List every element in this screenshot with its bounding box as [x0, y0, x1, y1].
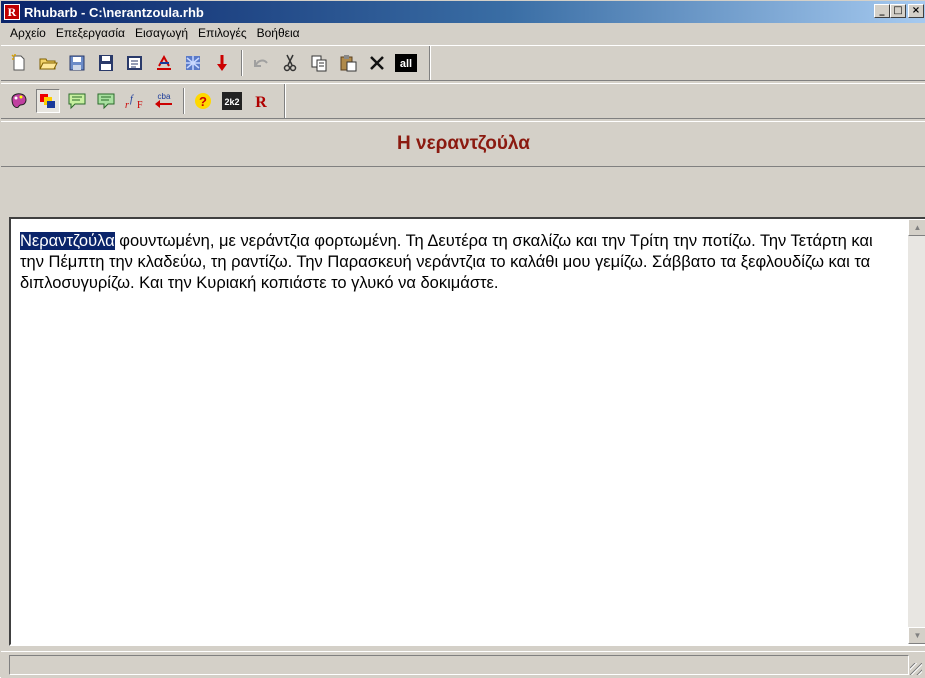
- toolbar-separator: [183, 88, 185, 114]
- status-panel: [9, 655, 909, 675]
- rhubarb-icon-label: R: [255, 94, 267, 111]
- editor-content[interactable]: Νεραντζούλα φουντωμένη, με νεράντζια φορ…: [20, 231, 900, 294]
- undo-icon[interactable]: [249, 51, 273, 75]
- grid-icon-label: 2k2: [224, 97, 239, 107]
- resize-grip-icon[interactable]: [910, 663, 922, 675]
- font-icon[interactable]: rfF: [123, 89, 147, 113]
- document-heading: Η νεραντζούλα: [397, 133, 530, 154]
- svg-text:r: r: [125, 100, 129, 111]
- app-window: R Rhubarb - C:\nerantzoula.rhb _ □ × Αρχ…: [0, 0, 925, 678]
- app-icon[interactable]: R: [4, 4, 20, 20]
- open-icon[interactable]: [36, 51, 60, 75]
- cut-icon[interactable]: [278, 51, 302, 75]
- menu-options[interactable]: Επιλογές: [193, 26, 252, 40]
- vertical-scrollbar[interactable]: ▲ ▼: [908, 219, 925, 644]
- down-arrow-icon[interactable]: [210, 51, 234, 75]
- text-editor[interactable]: Νεραντζούλα φουντωμένη, με νεράντζια φορ…: [9, 217, 925, 646]
- paste-icon[interactable]: [336, 51, 360, 75]
- window-title: Rhubarb - C:\nerantzoula.rhb: [24, 4, 204, 20]
- delete-icon[interactable]: [365, 51, 389, 75]
- close-button[interactable]: ×: [908, 4, 924, 18]
- copy-icon[interactable]: [307, 51, 331, 75]
- save-as-icon[interactable]: [94, 51, 118, 75]
- layers-icon[interactable]: [36, 89, 60, 113]
- toolbar-separator: [241, 50, 243, 76]
- editor-body-text[interactable]: φουντωμένη, με νεράντζια φορτωμένη. Τη Δ…: [20, 232, 873, 292]
- new-icon[interactable]: [7, 51, 31, 75]
- minimize-button[interactable]: _: [874, 4, 890, 18]
- svg-text:f: f: [130, 94, 134, 105]
- rhubarb-icon[interactable]: R: [249, 89, 273, 113]
- window-controls: _ □ ×: [874, 4, 924, 18]
- color-icon[interactable]: [181, 51, 205, 75]
- all-icon[interactable]: all: [394, 51, 418, 75]
- speech-icon[interactable]: [65, 89, 89, 113]
- print-icon[interactable]: [152, 51, 176, 75]
- format-toolbar-group: rfF cba ? 2k2 R: [7, 84, 285, 118]
- heading-bar: Η νεραντζούλα: [1, 121, 925, 167]
- menu-bar: Αρχείο Επεξεργασία Εισαγωγή Επιλογές Βοή…: [1, 23, 925, 43]
- all-icon-label: all: [400, 58, 412, 70]
- export-icon[interactable]: [123, 51, 147, 75]
- reverse-icon[interactable]: cba: [152, 89, 176, 113]
- scroll-down-button[interactable]: ▼: [908, 627, 925, 644]
- help-icon[interactable]: ?: [191, 89, 215, 113]
- palette-icon[interactable]: [7, 89, 31, 113]
- selected-text[interactable]: Νεραντζούλα: [20, 232, 115, 250]
- scroll-up-button[interactable]: ▲: [908, 219, 925, 236]
- menu-help[interactable]: Βοήθεια: [252, 26, 305, 40]
- main-toolbar: all: [1, 45, 925, 81]
- status-bar: [1, 651, 925, 678]
- grid-icon[interactable]: 2k2: [220, 89, 244, 113]
- main-toolbar-group: all: [7, 46, 430, 80]
- title-bar[interactable]: R Rhubarb - C:\nerantzoula.rhb _ □ ×: [1, 1, 925, 23]
- maximize-button[interactable]: □: [890, 4, 906, 18]
- save-icon[interactable]: [65, 51, 89, 75]
- menu-insert[interactable]: Εισαγωγή: [130, 26, 193, 40]
- speech2-icon[interactable]: [94, 89, 118, 113]
- svg-text:F: F: [137, 100, 143, 111]
- format-toolbar: rfF cba ? 2k2 R: [1, 83, 925, 119]
- reverse-icon-label: cba: [158, 92, 171, 101]
- menu-edit[interactable]: Επεξεργασία: [51, 26, 130, 40]
- svg-text:?: ?: [199, 94, 207, 109]
- menu-file[interactable]: Αρχείο: [5, 26, 51, 40]
